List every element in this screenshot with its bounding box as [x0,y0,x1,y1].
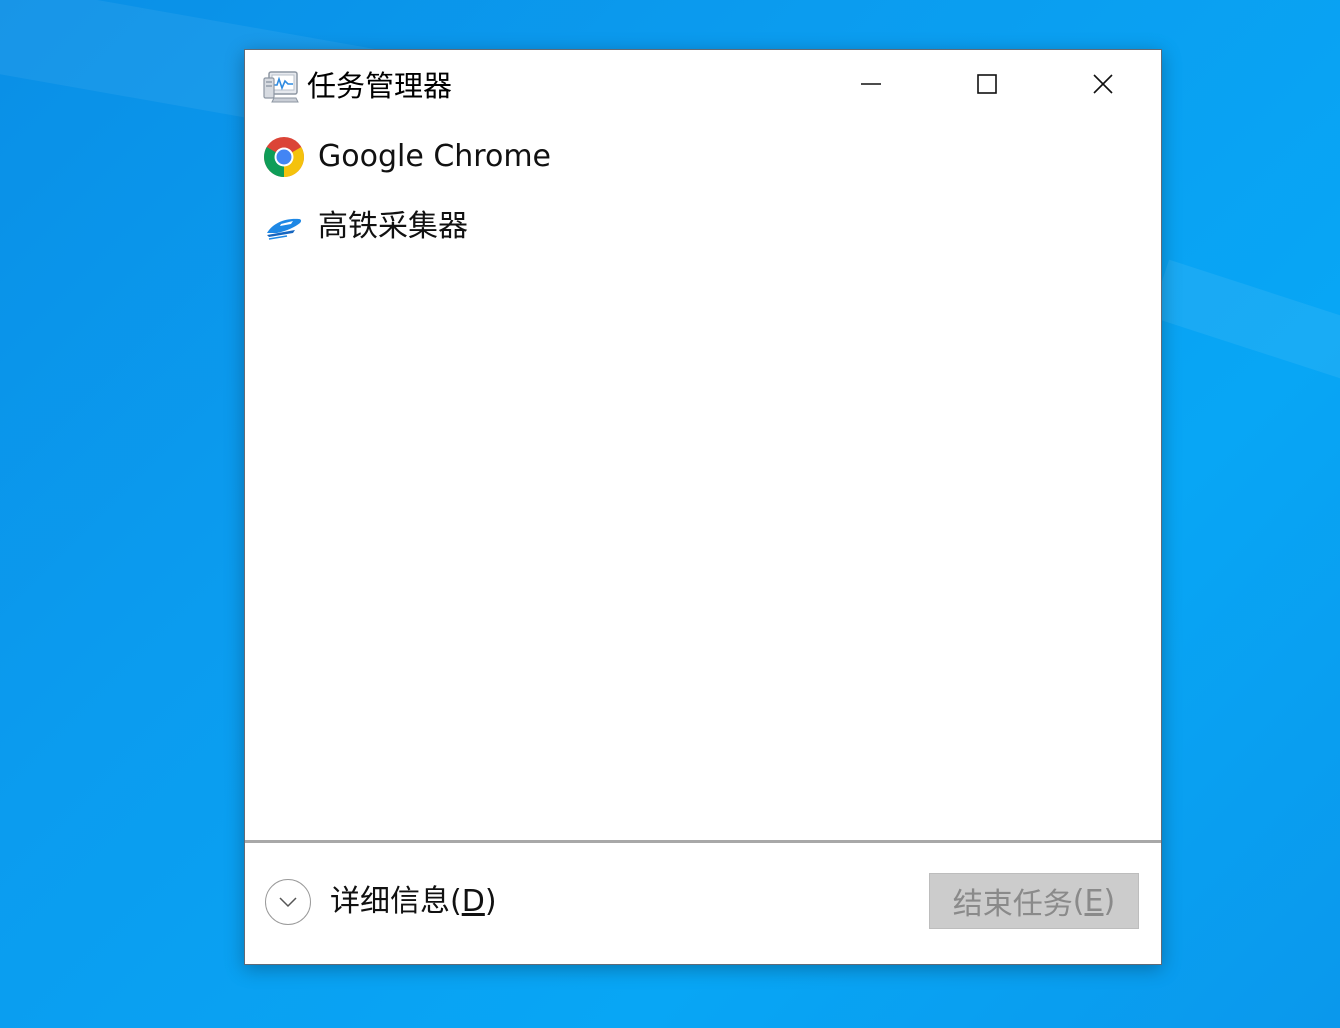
title-bar[interactable]: 任务管理器 [245,50,1161,122]
task-manager-window: 任务管理器 Google Chrome 高铁采集器 详细信息(D) 结束任务 (… [244,49,1162,965]
process-item-train-collector[interactable]: 高铁采集器 [245,192,1161,262]
process-label: Google Chrome [318,139,551,174]
window-title: 任务管理器 [307,69,453,103]
desktop: 任务管理器 Google Chrome 高铁采集器 详细信息(D) 结束任务 (… [0,0,1340,1028]
more-details-toggle[interactable]: 详细信息(D) [265,879,497,925]
end-task-button[interactable]: 结束任务(E) [929,873,1139,929]
maximize-button[interactable] [929,50,1045,122]
close-button[interactable] [1045,50,1161,122]
chrome-icon [263,136,305,178]
maximize-icon [976,73,998,99]
more-details-label: 详细信息(D) [330,884,497,919]
process-list: Google Chrome 高铁采集器 [245,122,1161,262]
process-label: 高铁采集器 [318,209,468,244]
wallpaper-streak [1150,259,1340,441]
footer-bar: 详细信息(D) 结束任务(E) [245,843,1161,964]
process-item-chrome[interactable]: Google Chrome [245,122,1161,192]
close-icon [1092,73,1114,99]
task-manager-icon [262,70,300,104]
train-icon [263,206,305,248]
chevron-down-icon [265,879,311,925]
minimize-icon [860,73,882,99]
minimize-button[interactable] [813,50,929,122]
